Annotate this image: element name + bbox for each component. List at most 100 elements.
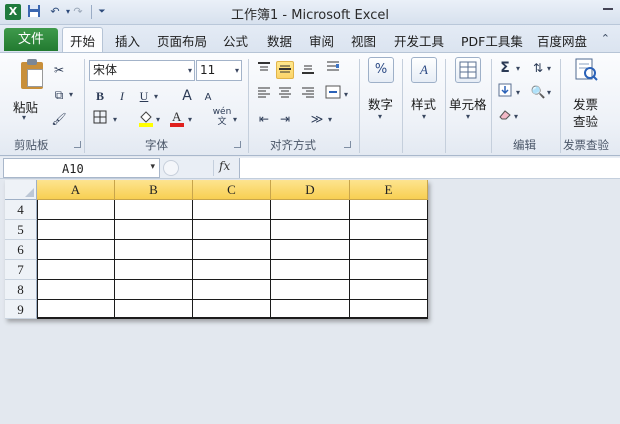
spreadsheet-grid: A B C D E 4 5 6 7 8 9 [5,180,428,319]
clear-icon[interactable] [496,107,514,125]
collapse-ribbon-icon[interactable]: ⌃ [601,32,610,45]
underline-dropdown-icon[interactable]: ▾ [154,92,158,101]
merge-dropdown-icon[interactable]: ▾ [344,90,348,99]
font-color-dropdown-icon[interactable]: ▾ [188,115,192,124]
formula-input[interactable] [239,158,620,178]
bold-button[interactable]: B [91,87,109,105]
fill-dropdown-icon[interactable]: ▾ [516,88,520,97]
group-label-invoice: 发票查验 [563,138,609,152]
group-label-font: 字体 [145,138,168,152]
row-header-8[interactable]: 8 [5,280,37,300]
tab-data[interactable]: 数据 [267,31,292,50]
font-name-combo[interactable]: 宋体 ▾ [89,60,195,81]
group-label-clipboard: 剪贴板 [14,138,49,152]
tab-insert[interactable]: 插入 [115,31,140,50]
window-title: 工作簿1 - Microsoft Excel [231,8,389,23]
align-left-icon[interactable] [255,86,273,104]
group-label-alignment: 对齐方式 [270,138,316,152]
font-color-icon[interactable]: A [168,109,186,127]
phonetic-dropdown-icon[interactable]: ▾ [233,115,237,124]
clipboard-launcher-icon[interactable] [74,141,81,148]
tab-developer[interactable]: 开发工具 [394,31,444,50]
alignment-launcher-icon[interactable] [344,141,351,148]
phonetic-guide-icon[interactable]: wén 文 [211,107,233,127]
column-header-d[interactable]: D [271,180,350,200]
align-top-icon[interactable] [255,61,273,79]
column-header-e[interactable]: E [350,180,428,200]
find-select-dropdown-icon[interactable]: ▾ [547,88,551,97]
column-header-b[interactable]: B [115,180,193,200]
styles-button[interactable]: A 样式 ▾ [406,57,442,127]
tab-formulas[interactable]: 公式 [223,31,248,50]
orientation-icon[interactable] [324,60,342,78]
font-size-combo[interactable]: 11 ▾ [196,60,242,81]
borders-icon[interactable] [91,110,109,128]
font-size-value: 11 [200,63,216,77]
font-launcher-icon[interactable] [234,141,241,148]
borders-dropdown-icon[interactable]: ▾ [113,115,117,124]
tab-pdf-tools[interactable]: PDF工具集 [461,31,523,50]
copy-icon[interactable]: ⧉ [50,86,68,104]
group-separator [84,59,85,153]
wrap-text-icon[interactable]: ≫ [308,110,326,128]
find-select-icon[interactable]: 🔍 [529,83,547,101]
tab-baidu-netdisk[interactable]: 百度网盘 [537,31,587,50]
number-format-button[interactable]: % 数字 ▾ [364,57,398,127]
insert-function-icon[interactable]: fx [219,159,230,173]
number-dropdown-icon: ▾ [378,112,383,121]
italic-button[interactable]: I [113,87,131,105]
font-name-dropdown-icon: ▾ [187,66,192,75]
tab-page-layout[interactable]: 页面布局 [157,31,207,50]
row-header-4[interactable]: 4 [5,200,37,220]
paste-dropdown-icon: ▾ [22,113,27,122]
underline-button[interactable]: U [135,87,153,105]
align-bottom-icon[interactable] [299,61,317,79]
shrink-font-button[interactable]: A [199,89,217,107]
name-box-dropdown-icon[interactable]: ▾ [150,162,155,172]
cells-button[interactable]: 单元格 ▾ [448,57,490,127]
sort-filter-icon[interactable]: ⇅ [529,59,547,77]
autosum-icon[interactable]: Σ [496,59,514,77]
paste-icon [21,59,45,89]
increase-indent-icon[interactable]: ⇥ [276,110,294,128]
row-header-6[interactable]: 6 [5,240,37,260]
row-header-7[interactable]: 7 [5,260,37,280]
svg-text:A: A [172,109,182,124]
styles-dropdown-icon: ▾ [422,112,427,121]
font-name-value: 宋体 [93,63,118,77]
wrap-dropdown-icon[interactable]: ▾ [328,115,332,124]
merge-center-icon[interactable] [324,85,342,103]
align-center-icon[interactable] [276,86,294,104]
align-right-icon[interactable] [299,86,317,104]
format-painter-icon[interactable]: 🖌 [50,110,68,128]
tab-view[interactable]: 视图 [351,31,376,50]
tab-review[interactable]: 审阅 [309,31,334,50]
invoice-label-line2: 查验 [573,114,599,129]
name-box[interactable]: A10 ▾ [3,158,160,178]
column-header-a[interactable]: A [37,180,115,200]
align-middle-icon[interactable] [276,61,294,79]
sort-filter-dropdown-icon[interactable]: ▾ [547,64,551,73]
formula-bar-resize-handle[interactable] [163,160,179,176]
clear-dropdown-icon[interactable]: ▾ [514,112,518,121]
copy-dropdown-icon[interactable]: ▾ [69,90,73,99]
row-header-9[interactable]: 9 [5,300,37,319]
fill-color-dropdown-icon[interactable]: ▾ [156,115,160,124]
tab-home[interactable]: 开始 [62,27,104,52]
styles-icon: A [411,57,437,83]
group-separator [560,59,561,153]
decrease-indent-icon[interactable]: ⇤ [255,110,273,128]
paste-button[interactable]: 粘贴 ▾ [6,55,46,125]
phonetic-guide-label: wén [212,107,232,117]
tab-file[interactable]: 文件 [4,28,58,51]
row-header-5[interactable]: 5 [5,220,37,240]
fill-icon[interactable] [496,83,514,101]
autosum-dropdown-icon[interactable]: ▾ [516,64,520,73]
select-all-corner[interactable] [5,180,37,200]
grow-font-button[interactable]: A [178,87,196,105]
fill-color-icon[interactable] [137,109,155,127]
minimize-icon[interactable] [600,2,617,14]
cut-icon[interactable]: ✂ [50,61,68,79]
invoice-check-button[interactable]: 发票 查验 [564,57,610,133]
column-header-c[interactable]: C [193,180,271,200]
